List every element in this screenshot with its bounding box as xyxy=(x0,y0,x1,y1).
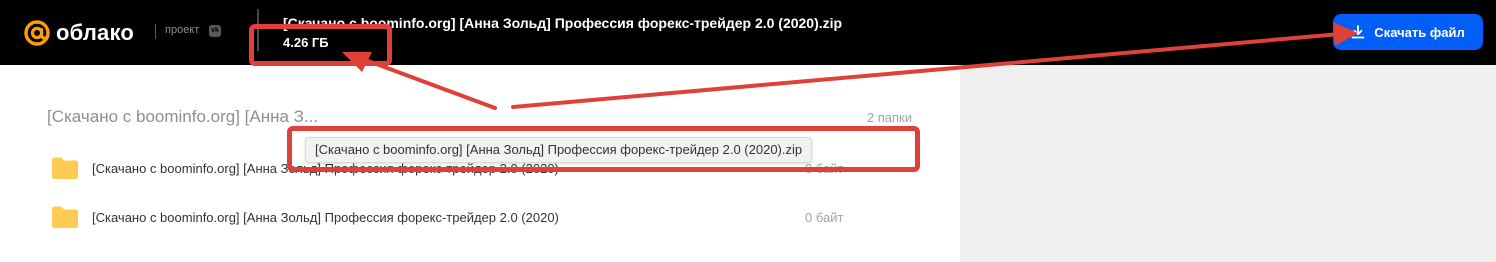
folder-icon xyxy=(52,157,78,179)
folder-count: 2 папки xyxy=(866,110,912,125)
logo-text: облако xyxy=(56,20,135,45)
item-size: 0 байт xyxy=(805,210,844,225)
logo-project-label: проект xyxy=(165,24,200,36)
annotation-box-tooltip xyxy=(287,126,920,172)
annotation-box-file-size xyxy=(249,24,392,66)
folder-icon xyxy=(52,206,78,228)
download-icon xyxy=(1351,25,1365,39)
vk-icon: vk xyxy=(209,25,221,37)
at-sign-logo-icon xyxy=(24,20,50,46)
download-file-button[interactable]: Скачать файл xyxy=(1333,14,1483,50)
download-button-label: Скачать файл xyxy=(1374,24,1465,40)
cloud-logo[interactable]: облако xyxy=(23,18,134,48)
item-name: [Скачано с boominfo.org] [Анна Зольд] Пр… xyxy=(92,210,559,225)
right-side-panel xyxy=(960,65,1496,262)
top-bar: облако проект vk [Скачано с boominfo.org… xyxy=(0,0,1496,65)
folder-title: [Скачано с boominfo.org] [Анна З... xyxy=(47,107,319,126)
logo-separator xyxy=(155,24,156,39)
list-item[interactable]: [Скачано с boominfo.org] [Анна Зольд] Пр… xyxy=(40,200,920,236)
